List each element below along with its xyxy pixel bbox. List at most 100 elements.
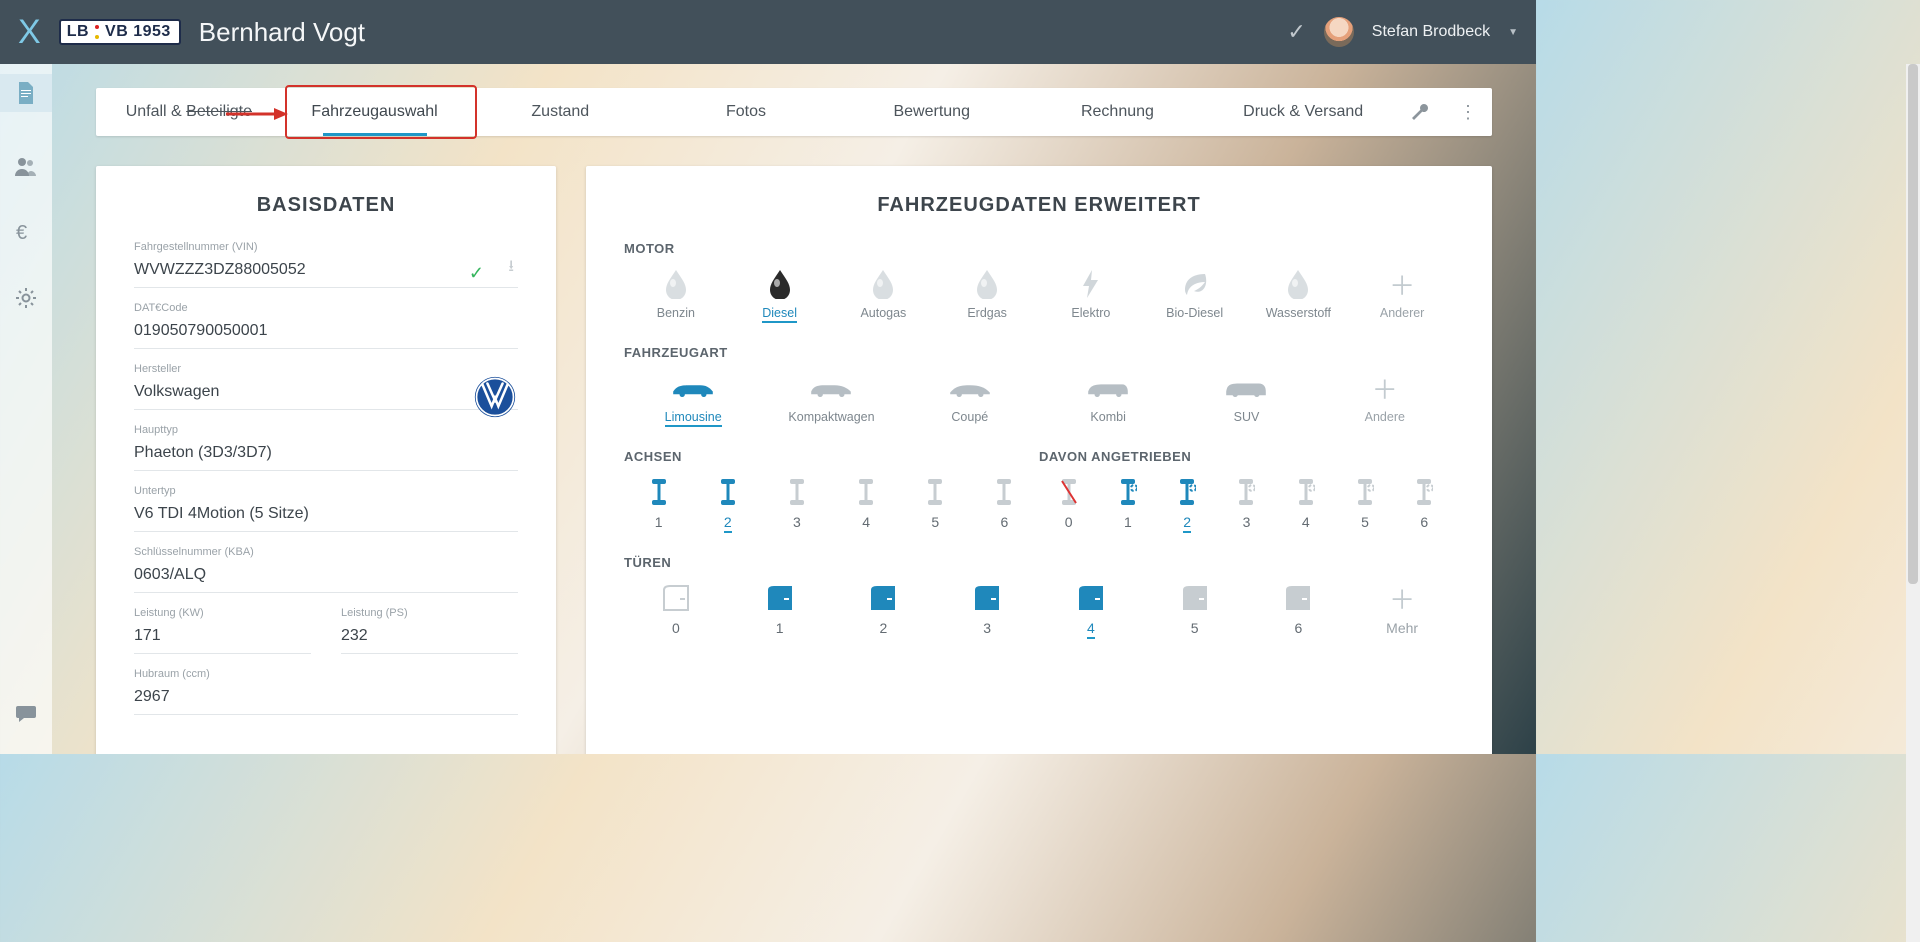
vin-valid-icon: ✓: [469, 263, 484, 284]
axles-opt-4[interactable]: 4: [832, 470, 901, 541]
field-ps[interactable]: Leistung (PS) 232: [341, 607, 518, 654]
axles-opt-5[interactable]: 5: [901, 470, 970, 541]
door-icon: [764, 582, 796, 614]
field-kba[interactable]: Schlüsselnummer (KBA) 0603/ALQ: [134, 546, 518, 593]
doors-opt-2[interactable]: 2: [832, 576, 936, 647]
tab-fotos[interactable]: Fotos: [653, 88, 839, 136]
avatar[interactable]: [1324, 17, 1354, 47]
motor-icon: [663, 268, 689, 300]
driven-axle-icon: [1415, 476, 1433, 508]
axle-icon: [995, 476, 1013, 508]
user-name[interactable]: Stefan Brodbeck: [1372, 23, 1490, 41]
driven-opt-0[interactable]: 0: [1039, 470, 1098, 541]
door-icon: [1179, 582, 1211, 614]
scrollbar[interactable]: [1906, 64, 1920, 942]
driven-opt-5[interactable]: 5: [1335, 470, 1394, 541]
doors-opt-6[interactable]: 6: [1247, 576, 1351, 647]
axle-icon: [857, 476, 875, 508]
doors-options: 0 1 2 3 4 5 6 ＋: [624, 576, 1454, 647]
doors-opt-5[interactable]: 5: [1143, 576, 1247, 647]
driven-opt-6[interactable]: 6: [1395, 470, 1454, 541]
left-panel-title: BASISDATEN: [134, 194, 518, 217]
field-subtype[interactable]: Untertyp V6 TDI 4Motion (5 Sitze): [134, 485, 518, 532]
type-opt-limousine[interactable]: Limousine: [624, 366, 762, 435]
driven-opt-3[interactable]: 3: [1217, 470, 1276, 541]
axles-opt-1[interactable]: 1: [624, 470, 693, 541]
motor-opt-autogas[interactable]: Autogas: [832, 262, 936, 331]
plate-seal: [95, 25, 99, 39]
tab-fahrzeugauswahl[interactable]: Fahrzeugauswahl: [282, 88, 468, 136]
tab-rechnung[interactable]: Rechnung: [1025, 88, 1211, 136]
confirm-icon[interactable]: ✓: [1287, 19, 1305, 45]
motor-opt-erdgas[interactable]: Erdgas: [935, 262, 1039, 331]
motor-opt-elektro[interactable]: Elektro: [1039, 262, 1143, 331]
motor-icon: [767, 268, 793, 300]
brand-logo-vw-icon: [474, 376, 516, 418]
motor-opt-benzin[interactable]: Benzin: [624, 262, 728, 331]
driven-opt-4[interactable]: 4: [1276, 470, 1335, 541]
axles-opt-6[interactable]: 6: [970, 470, 1039, 541]
doors-opt-3[interactable]: 3: [935, 576, 1039, 647]
driven-axle-icon: [1237, 476, 1255, 508]
type-opt-suv[interactable]: SUV: [1177, 366, 1315, 435]
label-driven: DAVON ANGETRIEBEN: [1039, 449, 1454, 464]
rail-people-icon[interactable]: [14, 154, 38, 178]
scrollbar-thumb[interactable]: [1908, 64, 1918, 584]
axles-opt-2[interactable]: 2: [693, 470, 762, 541]
content-area: Unfall & Beteiligte Fahrzeugauswahl Zust…: [52, 64, 1536, 754]
license-plate[interactable]: LB VB 1953: [59, 19, 181, 45]
driven-opt-1[interactable]: 1: [1098, 470, 1157, 541]
driven-axle-icon: [1060, 476, 1078, 508]
motor-opt-anderer[interactable]: ＋ Anderer: [1350, 262, 1454, 331]
rail-euro-icon[interactable]: €: [14, 220, 38, 244]
doors-opt-1[interactable]: 1: [728, 576, 832, 647]
field-vin[interactable]: Fahrgestellnummer (VIN) WVWZZZ3DZ8800505…: [134, 241, 518, 288]
label-type: FAHRZEUGART: [624, 345, 1454, 360]
type-opt-kombi[interactable]: Kombi: [1039, 366, 1177, 435]
rail-chat-icon[interactable]: [14, 702, 38, 726]
process-tabs: Unfall & Beteiligte Fahrzeugauswahl Zust…: [96, 88, 1492, 136]
label-axles: ACHSEN: [624, 449, 1039, 464]
motor-opt-diesel[interactable]: Diesel: [728, 262, 832, 331]
door-icon: [971, 582, 1003, 614]
motor-options: Benzin Diesel Autogas Erdgas Elektro Bio…: [624, 262, 1454, 331]
rail-gear-icon[interactable]: [14, 286, 38, 310]
door-icon: [867, 582, 899, 614]
axles-opt-3[interactable]: 3: [762, 470, 831, 541]
svg-text:€: €: [16, 222, 27, 243]
doors-opt-Mehr[interactable]: ＋ Mehr: [1350, 576, 1454, 647]
rail-document-icon[interactable]: [0, 74, 52, 112]
field-ccm[interactable]: Hubraum (ccm) 2967: [134, 668, 518, 715]
vin-download-icon[interactable]: ⭳: [508, 255, 514, 282]
user-menu-caret-icon[interactable]: ▼: [1508, 27, 1518, 38]
tab-druck-versand[interactable]: Druck & Versand: [1210, 88, 1396, 136]
type-opt-andere[interactable]: ＋ Andere: [1316, 366, 1454, 435]
motor-opt-wasserstoff[interactable]: Wasserstoff: [1247, 262, 1351, 331]
tab-zustand[interactable]: Zustand: [467, 88, 653, 136]
field-kw[interactable]: Leistung (KW) 171: [134, 607, 311, 654]
side-rail: €: [0, 64, 52, 754]
type-opt-coupé[interactable]: Coupé: [901, 366, 1039, 435]
driven-opt-2[interactable]: 2: [1158, 470, 1217, 541]
motor-opt-bio-diesel[interactable]: Bio-Diesel: [1143, 262, 1247, 331]
type-options: Limousine Kompaktwagen Coupé Kombi SUV ＋…: [624, 366, 1454, 435]
field-datcode[interactable]: DAT€Code 019050790050001: [134, 302, 518, 349]
field-maintype[interactable]: Haupttyp Phaeton (3D3/3D7): [134, 424, 518, 471]
driven-axle-icon: [1178, 476, 1196, 508]
doors-opt-4[interactable]: 4: [1039, 576, 1143, 647]
door-icon: [1075, 582, 1107, 614]
door-icon: [1282, 582, 1314, 614]
tab-unfall-beteiligte[interactable]: Unfall & Beteiligte: [96, 88, 282, 136]
tab-bewertung[interactable]: Bewertung: [839, 88, 1025, 136]
type-opt-kompaktwagen[interactable]: Kompaktwagen: [762, 366, 900, 435]
axle-icon: [926, 476, 944, 508]
car-icon: [670, 372, 716, 404]
wrench-icon[interactable]: [1396, 88, 1444, 136]
doors-opt-0[interactable]: 0: [624, 576, 728, 647]
more-icon[interactable]: ⋮: [1444, 88, 1492, 136]
driven-axle-icon: [1356, 476, 1374, 508]
plate-number: VB 1953: [105, 23, 171, 41]
field-maker[interactable]: Hersteller Volkswagen: [134, 363, 518, 410]
top-bar: X LB VB 1953 Bernhard Vogt ✓ Stefan Brod…: [0, 0, 1536, 64]
plate-region: LB: [67, 23, 89, 41]
